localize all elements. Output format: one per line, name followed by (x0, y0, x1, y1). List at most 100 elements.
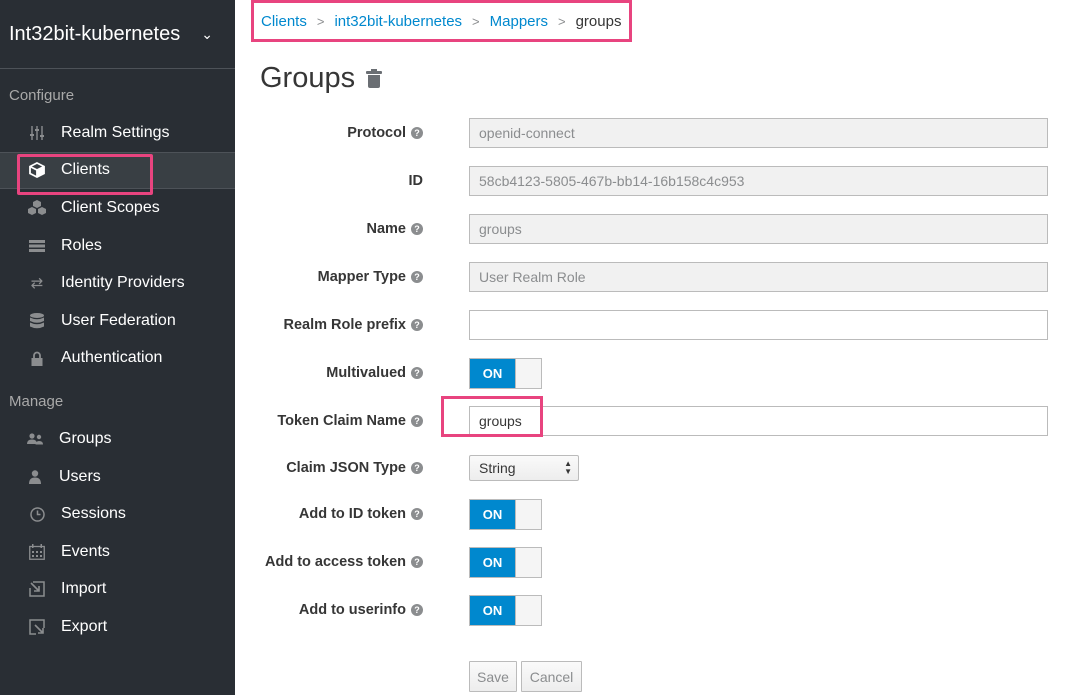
form-row-mapper-type: Mapper Type? User Realm Role (240, 262, 1060, 292)
breadcrumb-separator: > (558, 13, 566, 29)
sidebar-item-identity-providers[interactable]: ⇄ Identity Providers (0, 264, 235, 302)
form-row-add-to-access-token: Add to access token? ON (240, 546, 1060, 578)
breadcrumb-mappers[interactable]: Mappers (490, 13, 548, 30)
sidebar-item-sessions[interactable]: Sessions (0, 495, 235, 533)
help-icon[interactable]: ? (411, 127, 423, 139)
realm-name: Int32bit-kubernetes (9, 22, 181, 45)
add-to-userinfo-toggle[interactable]: ON (469, 594, 542, 626)
sidebar-item-label: Client Scopes (61, 198, 160, 216)
sidebar-item-label: Users (59, 467, 101, 485)
realm-role-prefix-input[interactable] (469, 310, 1048, 340)
mapper-type-label: Mapper Type? (240, 269, 423, 285)
form-row-realm-role-prefix: Realm Role prefix? (240, 310, 1060, 340)
name-label: Name? (240, 221, 423, 237)
page-header: Groups (260, 62, 383, 95)
toggle-knob (515, 595, 541, 625)
breadcrumb-client[interactable]: int32bit-kubernetes (334, 13, 462, 30)
name-field: groups (469, 214, 1048, 244)
token-claim-name-input[interactable]: groups (469, 406, 1048, 436)
help-icon[interactable]: ? (411, 462, 423, 474)
users-icon (24, 432, 46, 446)
claim-json-type-select[interactable]: String ▲ ▼ (469, 455, 579, 481)
sidebar-item-label: Roles (61, 236, 102, 254)
sidebar-item-user-federation[interactable]: User Federation (0, 302, 235, 340)
import-icon (26, 581, 48, 598)
sidebar-item-groups[interactable]: Groups (0, 420, 235, 458)
add-to-access-token-toggle[interactable]: ON (469, 546, 542, 578)
add-to-userinfo-label: Add to userinfo? (240, 602, 423, 618)
sidebar-item-label: Events (61, 542, 110, 560)
help-icon[interactable]: ? (411, 223, 423, 235)
select-arrows-icon: ▲ ▼ (564, 459, 572, 476)
realm-selector[interactable]: Int32bit-kubernetes ⌄ (0, 0, 235, 69)
breadcrumb-separator: > (472, 13, 480, 29)
form-row-name: Name? groups (240, 214, 1060, 244)
form-row-token-claim-name: Token Claim Name? groups (240, 406, 1060, 436)
sidebar-item-roles[interactable]: Roles (0, 227, 235, 265)
toggle-knob (515, 499, 541, 529)
sidebar-item-label: Import (61, 580, 107, 598)
clock-icon (26, 506, 48, 522)
sidebar-item-label: Clients (61, 161, 110, 179)
sidebar-item-clients[interactable]: Clients (0, 151, 235, 190)
save-button[interactable]: Save (469, 661, 517, 692)
realm-role-prefix-label: Realm Role prefix? (240, 317, 423, 333)
calendar-icon (26, 543, 48, 560)
toggle-on-label: ON (470, 595, 515, 625)
mapper-type-field: User Realm Role (469, 262, 1048, 292)
form-row-multivalued: Multivalued? ON (240, 357, 1060, 389)
breadcrumb: Clients > int32bit-kubernetes > Mappers … (251, 0, 632, 42)
trash-icon[interactable] (366, 68, 383, 89)
sliders-icon (26, 125, 48, 140)
id-label: ID (408, 173, 424, 189)
toggle-on-label: ON (470, 499, 515, 529)
export-icon (26, 619, 48, 635)
sidebar-item-realm-settings[interactable]: Realm Settings (0, 114, 235, 152)
chevron-down-icon: ⌄ (201, 25, 213, 42)
sidebar-item-authentication[interactable]: Authentication (0, 340, 235, 378)
help-icon[interactable]: ? (411, 367, 423, 379)
sidebar-item-export[interactable]: Export (0, 608, 235, 646)
form-row-claim-json-type: Claim JSON Type? String ▲ ▼ (240, 453, 1060, 483)
help-icon[interactable]: ? (411, 604, 423, 616)
help-icon[interactable]: ? (411, 508, 423, 520)
form-row-add-to-id-token: Add to ID token? ON (240, 498, 1060, 530)
cubes-icon (26, 199, 48, 216)
sidebar-item-import[interactable]: Import (0, 571, 235, 609)
breadcrumb-clients[interactable]: Clients (261, 13, 307, 30)
sidebar-item-users[interactable]: Users (0, 458, 235, 496)
cube-icon (26, 162, 48, 179)
breadcrumb-separator: > (316, 13, 325, 29)
manage-heading: Manage (9, 393, 64, 411)
page-title: Groups (260, 62, 356, 94)
sidebar-item-label: User Federation (61, 311, 176, 329)
exchange-icon: ⇄ (30, 275, 44, 293)
help-icon[interactable]: ? (411, 319, 423, 331)
cancel-button[interactable]: Cancel (521, 661, 582, 692)
sidebar-item-client-scopes[interactable]: Client Scopes (0, 189, 235, 227)
sidebar-item-label: Groups (59, 429, 112, 447)
form-row-protocol: Protocol? openid-connect (240, 118, 1060, 148)
sidebar: Int32bit-kubernetes ⌄ Configure Realm Se… (0, 0, 235, 695)
token-claim-name-label: Token Claim Name? (240, 413, 423, 429)
select-value: String (479, 460, 516, 476)
toggle-on-label: ON (470, 547, 515, 577)
help-icon[interactable]: ? (411, 415, 423, 427)
add-to-id-token-label: Add to ID token? (240, 506, 423, 522)
help-icon[interactable]: ? (411, 556, 423, 568)
sidebar-item-label: Export (61, 617, 108, 635)
sidebar-item-events[interactable]: Events (0, 533, 235, 571)
sidebar-item-label: Sessions (61, 505, 126, 523)
claim-json-type-label: Claim JSON Type? (240, 460, 423, 476)
sidebar-item-label: Authentication (61, 349, 163, 367)
protocol-label: Protocol? (240, 125, 423, 141)
sidebar-item-label: Realm Settings (61, 123, 170, 141)
form-row-id: ID 58cb4123-5805-467b-bb14-16b158c4c953 (240, 166, 1060, 196)
form-row-add-to-userinfo: Add to userinfo? ON (240, 594, 1060, 626)
multivalued-toggle[interactable]: ON (469, 357, 542, 389)
configure-heading: Configure (9, 87, 75, 104)
breadcrumb-current: groups (575, 12, 622, 30)
help-icon[interactable]: ? (411, 271, 423, 283)
multivalued-label: Multivalued? (240, 365, 423, 381)
add-to-id-token-toggle[interactable]: ON (469, 498, 542, 530)
